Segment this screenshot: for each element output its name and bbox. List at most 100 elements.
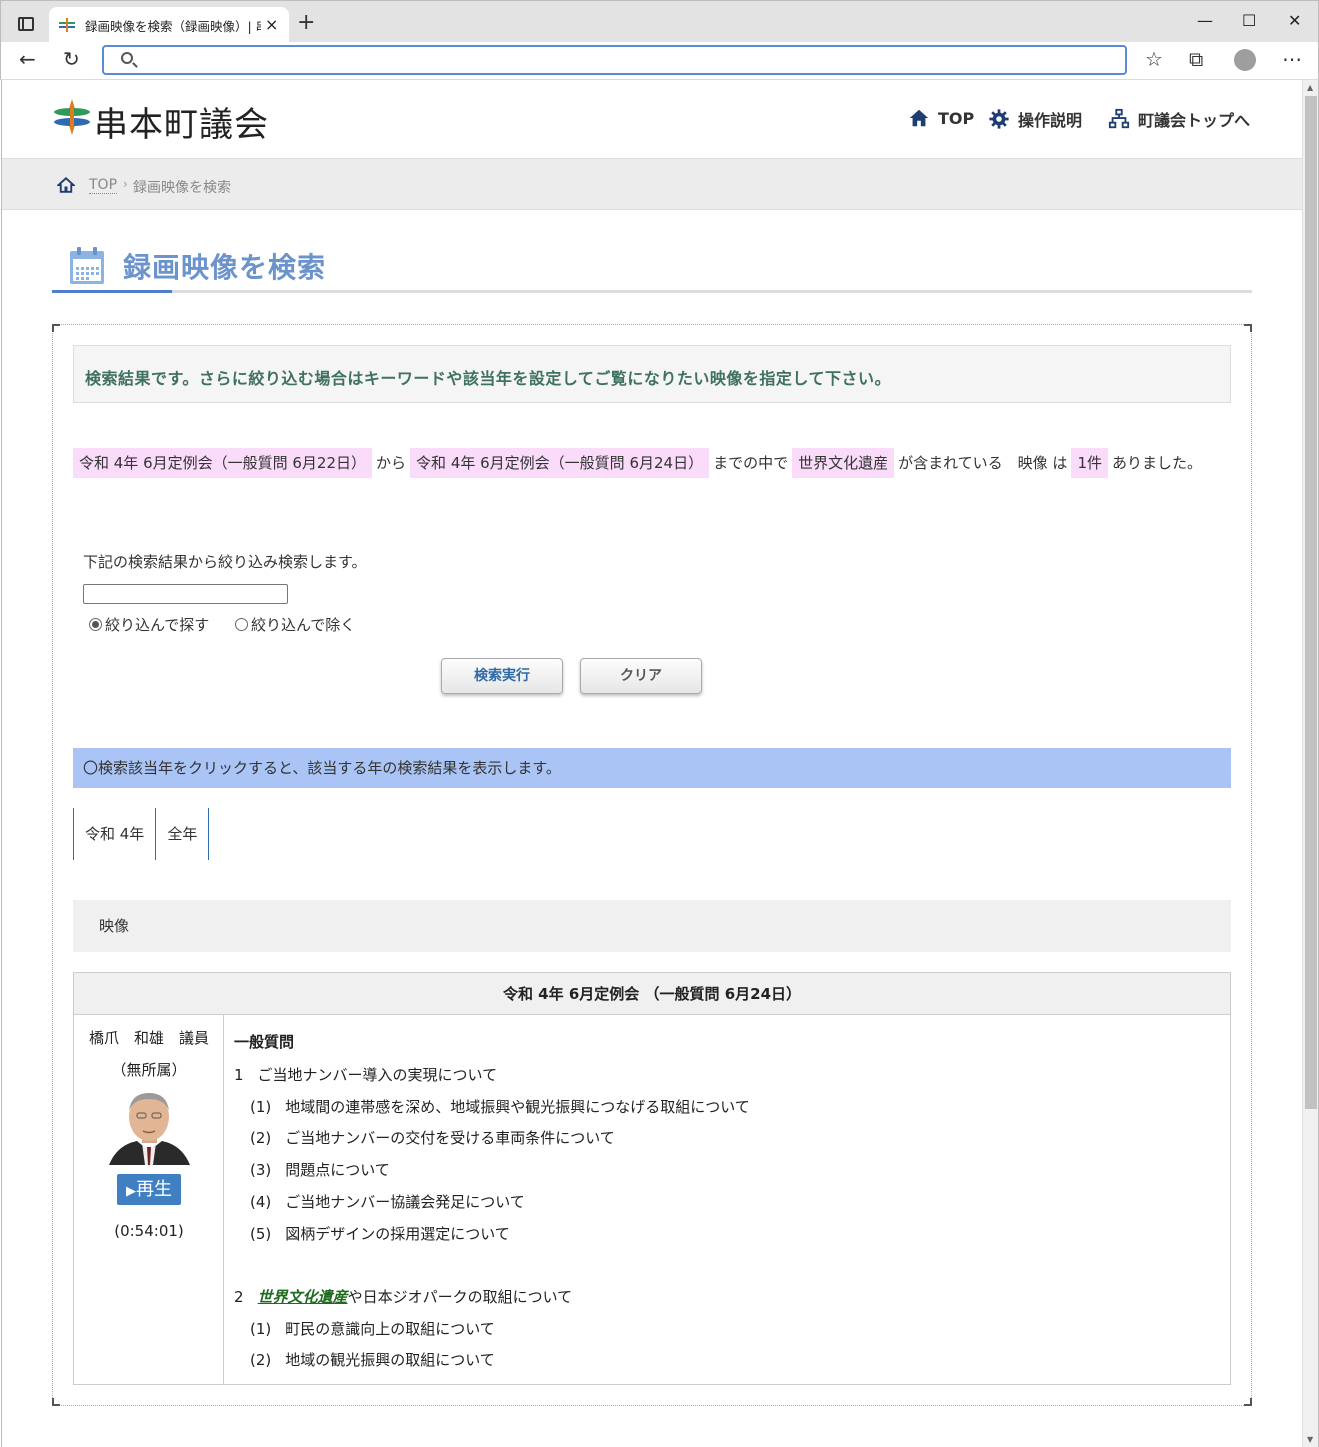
maximize-button[interactable]: ☐ [1242, 11, 1256, 30]
video-duration: (0:54:01) [114, 1222, 184, 1240]
member-party: （無所属） [111, 1061, 187, 1079]
item-number: (1) [250, 1098, 272, 1116]
question-subitem: (1) 町民の意識向上の取組について [250, 1318, 495, 1339]
tab-title: 録画映像を検索（録画映像）| 串 [85, 19, 261, 34]
range-from-suffix: から [376, 454, 407, 472]
member-photo [109, 1085, 190, 1165]
calendar-icon [70, 247, 104, 284]
title-accent-underline [52, 290, 172, 293]
item-text: や日本ジオパークの取組について [347, 1288, 573, 1306]
search-keyword: 世界文化遺産 [792, 448, 895, 478]
gear-icon [989, 109, 1009, 129]
corner-mark [52, 324, 60, 332]
nav-top-link[interactable]: TOP [908, 107, 974, 129]
item-text: 問題点について [285, 1161, 390, 1179]
question-subitem: (5) 図柄デザインの採用選定について [250, 1223, 510, 1244]
web-page: 串本町議会 TOP 操作説明 町議会トップへ TOP › 録画映像を検索 録画映… [1, 80, 1302, 1447]
vertical-scrollbar[interactable]: ▲ ▼ [1302, 80, 1319, 1447]
site-header: 串本町議会 TOP 操作説明 町議会トップへ [2, 80, 1302, 158]
year-tabs: 令和 4年 全年 [73, 808, 210, 860]
member-name: 橋爪 和雄 議員 [88, 1029, 209, 1047]
item-text: 地域間の連帯感を深め、地域振興や観光振興につなげる取組について [285, 1098, 750, 1116]
nav-council-top-link[interactable]: 町議会トップへ [1108, 107, 1250, 131]
more-menu-button[interactable]: ⋯ [1282, 47, 1302, 71]
clear-button[interactable]: クリア [580, 658, 702, 694]
question-subitem: (2) ご当地ナンバーの交付を受ける車両条件について [250, 1127, 615, 1148]
question-subitem: (2) 地域の観光振興の取組について [250, 1349, 495, 1370]
item-number: (4) [250, 1193, 272, 1211]
radio-refine-exclude[interactable]: 絞り込んで除く [235, 614, 355, 635]
radio-exclude-label: 絞り込んで除く [251, 616, 356, 634]
notice-text: 検索結果です。さらに絞り込む場合はキーワードや該当年を設定してご覧になりたい映像… [85, 369, 891, 388]
item-number: 1 [234, 1066, 244, 1084]
nav-council-top-label: 町議会トップへ [1138, 111, 1251, 130]
item-number: (2) [250, 1351, 272, 1369]
back-button[interactable]: ← [19, 47, 36, 71]
play-label: 再生 [136, 1179, 172, 1200]
search-icon [121, 52, 133, 64]
corner-mark [1244, 324, 1252, 332]
member-cell: 橋爪 和雄 議員 （無所属） ▶再生 (0:54:01) [74, 1015, 224, 1384]
keyword-highlight-link[interactable]: 世界文化遺産 [258, 1288, 348, 1306]
corner-mark [52, 1398, 60, 1406]
question-subitem: (1) 地域間の連帯感を深め、地域振興や観光振興につなげる取組について [250, 1096, 750, 1117]
item-number: (1) [250, 1320, 272, 1338]
scroll-thumb[interactable] [1305, 96, 1317, 1109]
result-count: 1件 [1071, 448, 1108, 478]
address-bar[interactable] [102, 45, 1127, 75]
item-text: ご当地ナンバーの交付を受ける車両条件について [285, 1129, 615, 1147]
question-content: 一般質問 1 ご当地ナンバー導入の実現について (1) 地域間の連帯感を深め、地域振… [234, 1015, 1224, 1384]
item-number: (2) [250, 1129, 272, 1147]
year-info-bar: 〇検索該当年をクリックすると、該当する年の検索結果を表示します。 [73, 748, 1231, 788]
range-from: 令和 4年 6月定例会（一般質問 6月22日） [73, 448, 373, 478]
search-results-panel: 検索結果です。さらに絞り込む場合はキーワードや該当年を設定してご覧になりたい映像… [52, 324, 1252, 1406]
question-subitem: (4) ご当地ナンバー協議会発足について [250, 1191, 525, 1212]
breadcrumb-separator: › [123, 177, 128, 191]
page-title-section: 録画映像を検索 [52, 240, 1252, 293]
scroll-down-arrow-icon[interactable]: ▼ [1307, 1435, 1313, 1444]
site-name[interactable]: 串本町議会 [94, 97, 269, 146]
year-tab-all[interactable]: 全年 [155, 808, 210, 860]
count-suffix: ありました。 [1111, 454, 1202, 472]
nav-guide-link[interactable]: 操作説明 [988, 107, 1082, 131]
item-text: 図柄デザインの採用選定について [285, 1225, 510, 1243]
collections-button[interactable]: ⧉ [1189, 47, 1203, 71]
notice-box: 検索結果です。さらに絞り込む場合はキーワードや該当年を設定してご覧になりたい映像… [73, 345, 1231, 403]
home-icon[interactable] [57, 176, 75, 194]
item-text: ご当地ナンバー導入の実現について [257, 1066, 498, 1084]
result-summary: 令和 4年 6月定例会（一般質問 6月22日） から 令和 4年 6月定例会（一般質… [73, 445, 1231, 481]
site-logo-icon[interactable] [52, 97, 92, 137]
breadcrumb: TOP › 録画映像を検索 [2, 158, 1302, 210]
window-menu-icon[interactable] [18, 17, 34, 31]
session-title: 令和 4年 6月定例会 （一般質問 6月24日） [74, 973, 1230, 1015]
tab-close-icon[interactable]: × [265, 15, 278, 34]
radio-include-control[interactable] [89, 618, 102, 631]
video-result-table: 令和 4年 6月定例会 （一般質問 6月24日） 橋爪 和雄 議員 （無所属） … [73, 972, 1231, 1385]
corner-mark [1244, 1398, 1252, 1406]
close-window-button[interactable]: ✕ [1288, 11, 1301, 30]
range-to: 令和 4年 6月定例会（一般質問 6月24日） [410, 448, 710, 478]
refine-label: 下記の検索結果から絞り込み検索します。 [83, 553, 367, 571]
scroll-up-arrow-icon[interactable]: ▲ [1307, 83, 1313, 92]
nav-guide-label: 操作説明 [1018, 111, 1083, 130]
radio-exclude-control[interactable] [235, 618, 248, 631]
year-tab-reiwa4[interactable]: 令和 4年 [73, 808, 155, 860]
browser-tab[interactable]: 録画映像を検索（録画映像）| 串 × [49, 7, 289, 43]
item-text: 町民の意識向上の取組について [285, 1320, 495, 1338]
search-execute-button[interactable]: 検索実行 [441, 658, 563, 694]
reload-button[interactable]: ↻ [63, 47, 80, 71]
question-type: 一般質問 [234, 1033, 295, 1051]
radio-refine-include[interactable]: 絞り込んで探す [89, 614, 209, 635]
refine-keyword-input[interactable] [83, 584, 288, 604]
favorites-button[interactable]: ☆ [1145, 47, 1163, 71]
browser-tab-bar: 録画映像を検索（録画映像）| 串 × + — ☐ ✕ [0, 0, 1319, 43]
item-text: ご当地ナンバー協議会発足について [285, 1193, 525, 1211]
breadcrumb-current: 録画映像を検索 [133, 180, 231, 196]
minimize-button[interactable]: — [1197, 11, 1213, 30]
new-tab-button[interactable]: + [297, 10, 315, 35]
profile-avatar[interactable] [1234, 49, 1256, 71]
play-button[interactable]: ▶再生 [117, 1174, 181, 1205]
breadcrumb-top-link[interactable]: TOP [89, 177, 118, 194]
video-section-heading: 映像 [73, 900, 1231, 952]
sitemap-icon [1108, 108, 1130, 129]
